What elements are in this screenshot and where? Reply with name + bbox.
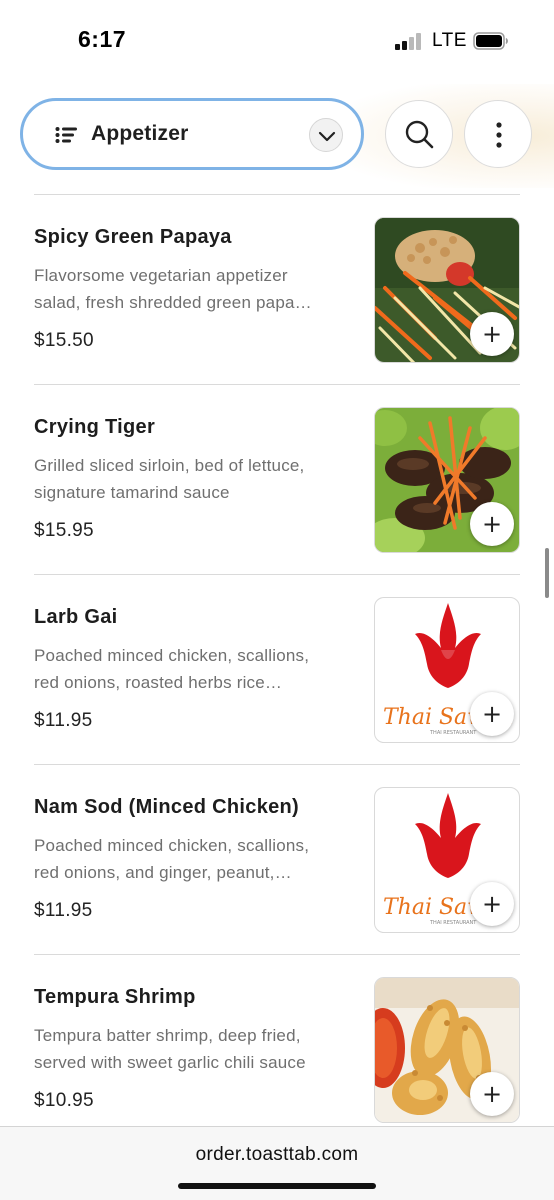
item-description-line: Grilled sliced sirloin, bed of lettuce, [34,456,305,475]
add-item-button[interactable]: + [470,692,514,736]
add-item-button[interactable]: + [470,882,514,926]
more-options-button[interactable] [464,100,532,168]
network-label: LTE [432,30,467,51]
browser-url-bar[interactable]: order.toasttab.com [0,1126,554,1200]
item-name: Spicy Green Papaya [34,226,232,248]
add-item-button[interactable]: + [470,1072,514,1116]
item-description-line: Tempura batter shrimp, deep fried, [34,1026,301,1045]
item-description-line: Poached minced chicken, scallions, [34,646,310,665]
scrollbar[interactable] [545,548,549,598]
item-price: $15.50 [34,330,94,351]
menu-item-crying-tiger[interactable]: Crying Tiger Grilled sliced sirloin, bed… [0,384,554,574]
status-bar: 6:17 LTE [0,0,554,84]
item-description: Grilled sliced sirloin, bed of lettuce, … [34,452,344,506]
menu-item-tempura-shrimp[interactable]: Tempura Shrimp Tempura batter shrimp, de… [0,954,554,1144]
menu-item-larb-gai[interactable]: Larb Gai Poached minced chicken, scallio… [0,574,554,764]
item-name: Crying Tiger [34,416,156,438]
item-price: $10.95 [34,1090,94,1111]
search-icon [405,120,434,149]
item-description-line: salad, fresh shredded green papa… [34,293,312,312]
item-description-line: served with sweet garlic chili sauce [34,1053,306,1072]
category-label: Appetizer [91,122,189,145]
more-vertical-icon [496,122,502,148]
home-indicator[interactable] [178,1183,376,1189]
add-item-button[interactable]: + [470,312,514,356]
item-name: Tempura Shrimp [34,986,196,1008]
chevron-down-icon[interactable] [309,118,343,152]
status-time: 6:17 [78,26,127,52]
item-name: Nam Sod (Minced Chicken) [34,796,300,818]
item-description: Poached minced chicken, scallions, red o… [34,642,344,696]
menu-item-spicy-green-papaya[interactable]: Spicy Green Papaya Flavorsome vegetarian… [0,194,554,384]
svg-text:THAI RESTAURANT: THAI RESTAURANT [429,730,477,736]
add-item-button[interactable]: + [470,502,514,546]
item-description: Poached minced chicken, scallions, red o… [34,832,344,886]
item-price: $11.95 [34,900,93,921]
item-description-line: Poached minced chicken, scallions, [34,836,310,855]
item-description: Flavorsome vegetarian appetizer salad, f… [34,262,344,316]
list-icon [55,127,77,143]
item-name: Larb Gai [34,606,118,628]
item-description-line: signature tamarind sauce [34,483,230,502]
category-dropdown[interactable]: Appetizer [20,98,364,170]
menu-header: Appetizer [0,84,554,188]
svg-text:THAI RESTAURANT: THAI RESTAURANT [429,920,477,926]
item-description-line: red onions, and ginger, peanut,… [34,863,292,882]
item-price: $11.95 [34,710,93,731]
menu-item-nam-sod[interactable]: Nam Sod (Minced Chicken) Poached minced … [0,764,554,954]
item-description: Tempura batter shrimp, deep fried, serve… [34,1022,344,1076]
url-text[interactable]: order.toasttab.com [0,1144,554,1166]
cellular-signal-icon [395,32,423,50]
battery-icon [473,32,508,50]
item-price: $15.95 [34,520,94,541]
item-description-line: Flavorsome vegetarian appetizer [34,266,288,285]
search-button[interactable] [385,100,453,168]
item-description-line: red onions, roasted herbs rice… [34,673,283,692]
